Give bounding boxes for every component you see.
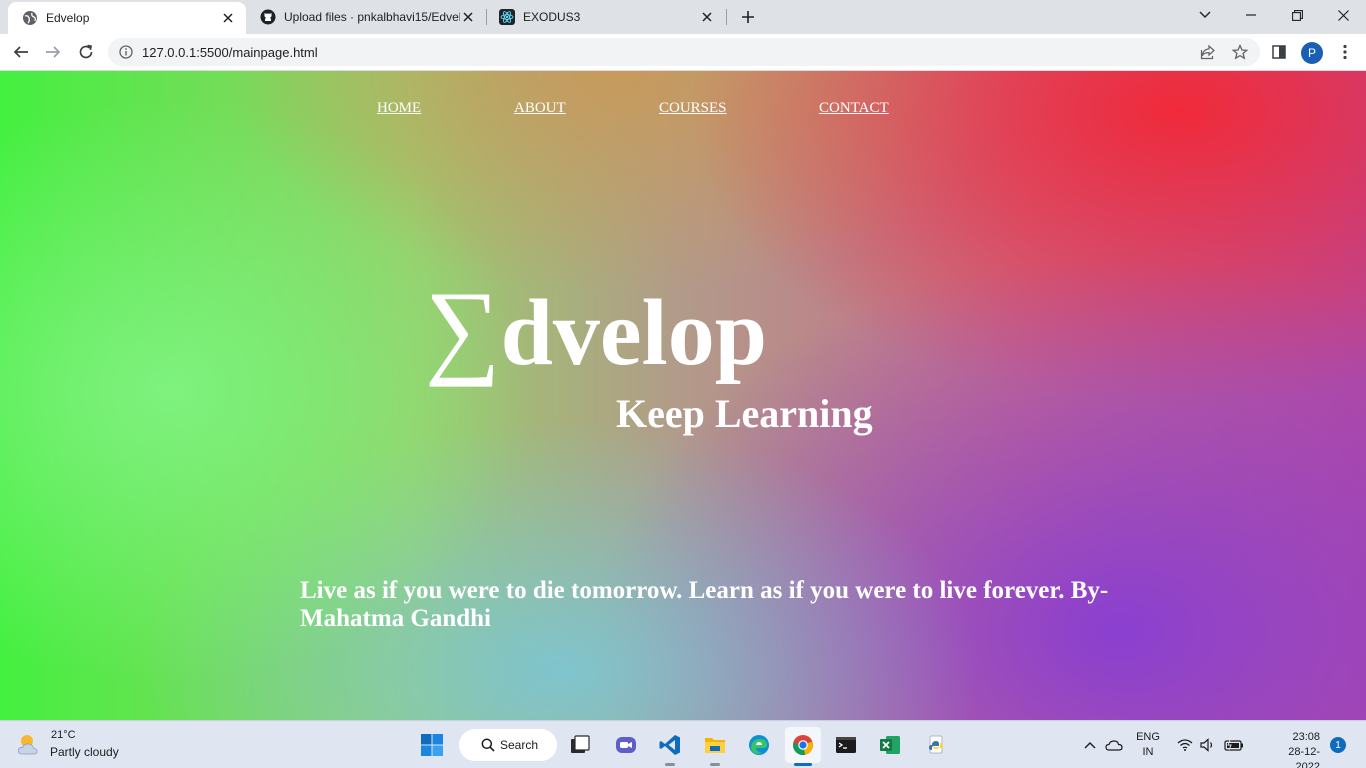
new-tab-button[interactable] (738, 7, 758, 27)
nav-link-contact[interactable]: CONTACT (819, 100, 889, 117)
globe-icon (22, 10, 38, 26)
onedrive-cloud-icon[interactable] (1102, 721, 1126, 768)
profile-avatar[interactable]: P (1301, 42, 1323, 64)
restore-icon[interactable] (1274, 0, 1320, 30)
python-icon[interactable] (918, 727, 954, 763)
teams-chat-icon[interactable] (608, 727, 644, 763)
forward-arrow-icon[interactable] (41, 40, 65, 64)
chrome-icon[interactable] (785, 727, 821, 766)
notification-badge[interactable]: 1 (1330, 737, 1346, 753)
browser-toolbar: 127.0.0.1:5500/mainpage.html P (0, 34, 1366, 71)
tab-title: Edvelop (46, 11, 90, 25)
vscode-icon[interactable] (652, 727, 688, 766)
react-icon (499, 9, 515, 25)
tab-edvelop[interactable]: Edvelop (8, 2, 246, 34)
quote-text: Live as if you were to die tomorrow. Lea… (300, 577, 1109, 632)
clock-date: 28-12-2022 (1288, 746, 1320, 768)
nav-link-about[interactable]: ABOUT (514, 100, 566, 117)
site-info-icon[interactable] (118, 44, 134, 60)
task-view-icon[interactable] (562, 727, 598, 763)
search-icon (481, 738, 495, 752)
show-hidden-icons-chevron-up-icon[interactable] (1080, 721, 1100, 768)
language-indicator[interactable]: ENG IN (1135, 730, 1161, 760)
back-arrow-icon[interactable] (9, 40, 33, 64)
reload-icon[interactable] (74, 40, 98, 64)
volume-icon[interactable] (1198, 721, 1218, 768)
tab-search-chevron-down-icon[interactable] (1182, 0, 1228, 30)
running-indicator (665, 763, 675, 766)
side-panel-icon[interactable] (1267, 40, 1291, 64)
running-indicator (794, 763, 812, 766)
close-tab-icon[interactable] (220, 10, 236, 26)
excel-icon[interactable] (872, 727, 908, 763)
region-code: IN (1142, 746, 1154, 758)
logo-sigma: ∑ (425, 270, 501, 387)
file-explorer-icon[interactable] (697, 727, 733, 766)
system-clock[interactable]: 23:08 28-12-2022 (1276, 730, 1320, 768)
close-tab-icon[interactable] (460, 9, 476, 25)
page-content: HOME ABOUT COURSES CONTACT ∑dvelop Keep … (0, 71, 1366, 720)
bookmark-star-icon[interactable] (1228, 38, 1252, 66)
nav-link-home[interactable]: HOME (377, 100, 421, 117)
address-bar[interactable]: 127.0.0.1:5500/mainpage.html (108, 38, 1260, 66)
logo-text: dvelop (500, 281, 767, 385)
tab-separator (726, 9, 727, 25)
share-icon[interactable] (1196, 38, 1220, 66)
tab-upload-files[interactable]: Upload files · pnkalbhavi15/Edvel (246, 0, 486, 34)
tagline: Keep Learning (616, 391, 873, 436)
close-window-icon[interactable] (1320, 0, 1366, 30)
tab-title: EXODUS3 (523, 10, 581, 24)
site-logo: ∑dvelop (425, 276, 767, 382)
wifi-icon[interactable] (1175, 721, 1195, 768)
tab-exodus3[interactable]: EXODUS3 (485, 0, 725, 34)
terminal-icon[interactable] (828, 727, 864, 763)
weather-description[interactable]: Partly cloudy (50, 745, 119, 759)
battery-icon[interactable] (1222, 721, 1246, 768)
language-code: ENG (1136, 731, 1160, 743)
search-label: Search (500, 738, 539, 752)
url-text: 127.0.0.1:5500/mainpage.html (142, 44, 318, 60)
github-icon (260, 9, 276, 25)
tab-title: Upload files · pnkalbhavi15/Edvel (284, 10, 460, 24)
kebab-menu-icon[interactable] (1333, 40, 1357, 64)
minimize-icon[interactable] (1228, 0, 1274, 30)
nav-link-courses[interactable]: COURSES (659, 100, 727, 117)
taskbar: 21°C Partly cloudy Search ENG IN 23:08 2… (0, 720, 1366, 768)
edge-icon[interactable] (741, 727, 777, 763)
taskbar-search[interactable]: Search (459, 729, 557, 761)
windows-start-icon[interactable] (414, 727, 450, 763)
partly-cloudy-icon[interactable] (16, 730, 44, 758)
weather-temperature[interactable]: 21°C (51, 729, 76, 741)
clock-time: 23:08 (1292, 731, 1320, 743)
browser-tab-strip: Edvelop Upload files · pnkalbhavi15/Edve… (0, 0, 1366, 34)
close-tab-icon[interactable] (699, 9, 715, 25)
running-indicator (710, 763, 720, 766)
